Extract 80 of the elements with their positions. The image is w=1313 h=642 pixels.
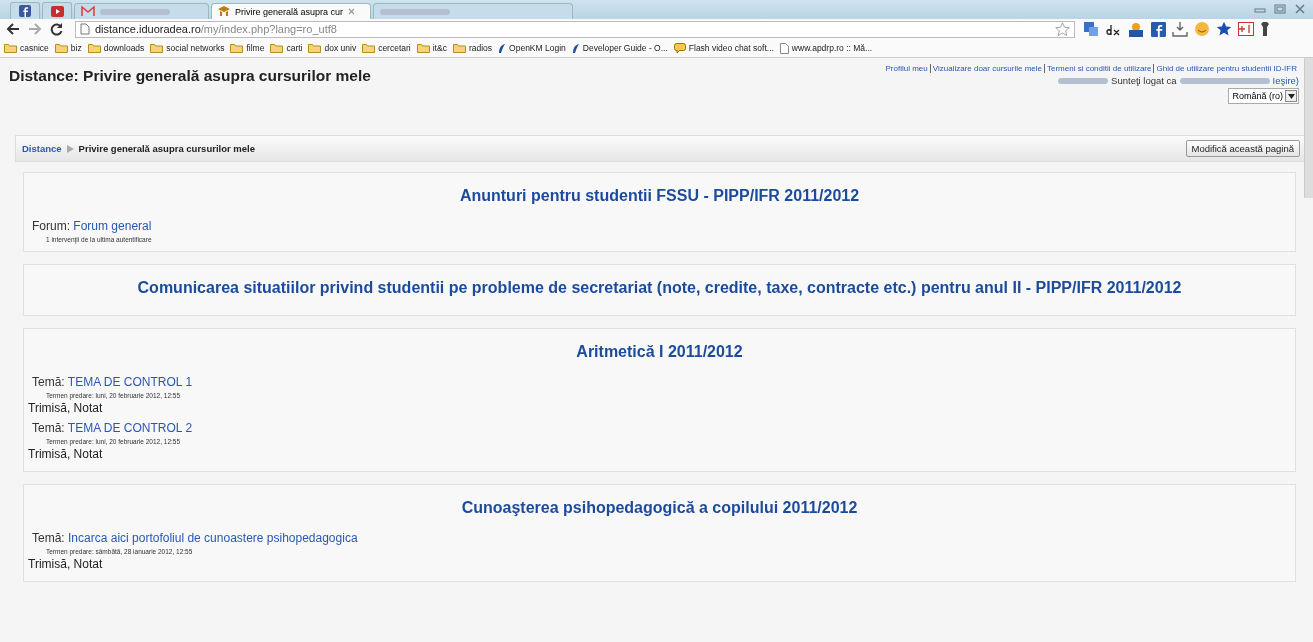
folder-icon [150,43,164,53]
facebook-icon [19,5,31,17]
header-link[interactable]: Termeni si conditii de utilizare [1044,64,1154,73]
caret-icon [1287,93,1295,99]
course-title-link[interactable]: Anunturi pentru studentii FSSU - PIPP/IFR 2011/2012 [459,187,860,205]
breadcrumb-current: Privire generală asupra cursurilor mele [78,143,255,154]
bookmark-item[interactable]: carti [270,43,303,53]
star-icon[interactable] [1216,21,1232,37]
header-link[interactable]: Ghid de utilizare pentru studentii ID-IFR [1153,64,1299,73]
leaf-icon [571,42,580,54]
plus-one-icon[interactable] [1238,22,1254,36]
folder-icon [54,43,68,53]
activity-link[interactable]: TEMA DE CONTROL 2 [67,421,193,435]
leaf-icon [498,42,507,54]
redacted-block [100,8,170,15]
activity-link[interactable]: TEMA DE CONTROL 1 [67,375,193,389]
login-info: Sunteţi logat ca [1111,75,1177,86]
browser-tab[interactable] [42,2,72,19]
translate-icon[interactable] [1083,21,1099,37]
header-link[interactable]: Profilul meu [883,64,930,73]
course-title-link[interactable]: Cunoaşterea psihopedagogică a copilului 2011/2012 [461,499,858,517]
submission-status: Trimisă, Notat [28,557,104,571]
activity-label: Forum: [32,219,70,233]
folder-icon [416,43,430,53]
submission-status: Trimisă, Notat [28,447,104,461]
address-bar[interactable]: distance.iduoradea.ro/my/index.php?lang=ro_utf8 [75,20,1075,38]
language-select[interactable]: Română (ro) [1228,88,1299,104]
edit-page-button[interactable]: Modifică această pagină [1185,140,1300,157]
header-link[interactable]: Vizualizare doar cursurile mele [929,64,1044,73]
folder-icon [4,43,17,53]
folder-icon [452,43,466,53]
bookmark-item[interactable]: downloads [87,43,145,53]
close-icon[interactable] [348,8,356,15]
video-icon [50,5,64,17]
bookmark-item[interactable]: casnice [4,43,49,53]
browser-tab[interactable]: Privire generală asupra cur [211,3,371,19]
activity-label: Temă: [32,531,65,545]
browser-tab[interactable] [10,2,40,19]
bookmark-item[interactable]: dox univ [308,43,357,53]
folder-icon [270,43,284,53]
reload-icon[interactable] [50,22,63,36]
course-title-link[interactable]: Comunicarea situatiilor privind studentii pe probleme de secretariat (note, credite, taxe, contracte etc.) pentru anul II - PIPP/IFR 2011/2012 [137,279,1182,297]
bookmark-item[interactable]: it&c [416,43,447,53]
folder-icon [308,43,322,53]
mortarboard-icon [218,6,230,17]
page-icon [779,42,789,54]
mail-icon [81,6,95,17]
logout-link[interactable]: Ieşire) [1272,75,1299,86]
back-arrow-icon[interactable] [6,23,20,35]
folder-icon [362,43,376,53]
submission-status: Trimisă, Notat [28,401,104,415]
breadcrumb-link[interactable]: Distance [22,143,62,154]
bookmark-item[interactable]: cercetari [362,43,411,53]
bookmark-item[interactable]: filme [230,43,265,53]
download-icon[interactable] [1172,21,1188,37]
folder-icon [87,43,101,53]
page-icon [80,23,90,35]
restore-icon[interactable] [1271,2,1289,16]
bookmark-item[interactable]: Flash video chat soft... [673,42,774,54]
bookmark-item[interactable]: biz [54,43,82,53]
activity-label: Temă: [32,375,65,389]
bookmark-item[interactable]: social networks [150,43,225,53]
scrollbar[interactable] [1304,58,1313,198]
redacted-block [1058,77,1109,84]
chat-icon [673,42,686,54]
star-icon[interactable] [1055,21,1070,37]
activity-link[interactable]: Incarca aici portofoliul de cunoastere psihopedagogica [68,531,358,545]
activity-label: Temă: [32,421,65,435]
triangle-separator-icon [66,144,74,153]
bookmark-item[interactable]: OpenKM Login [498,42,566,54]
bookmark-item[interactable]: radios [452,43,493,53]
page-title: Distance: Privire generală asupra cursurilor mele [9,67,371,85]
bookmark-item[interactable]: www.apdrp.ro :: Mă... [779,42,873,54]
redacted-block [380,8,450,15]
bookmark-item[interactable]: Developer Guide - O... [571,42,668,54]
folder-icon [230,43,244,53]
facebook-icon[interactable] [1151,21,1166,37]
smiley-icon[interactable] [1194,21,1210,37]
course-title-link[interactable]: Aritmetică I 2011/2012 [576,343,743,361]
activity-link[interactable]: Forum general [73,219,152,233]
